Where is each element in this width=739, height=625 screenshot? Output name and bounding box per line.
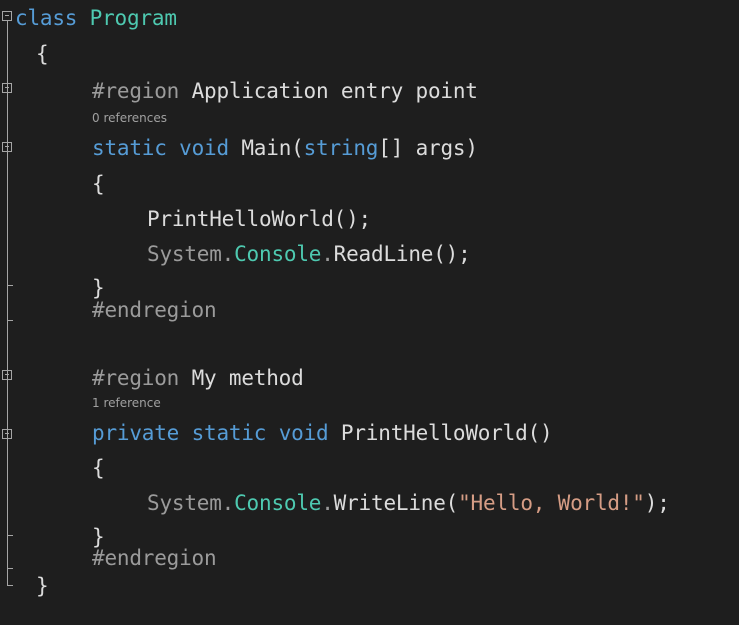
- class-declaration: class Program: [15, 0, 177, 36]
- static-keyword: static: [92, 136, 167, 160]
- readline-statement: System.Console.ReadLine();: [147, 236, 471, 272]
- code-line-readline[interactable]: System.Console.ReadLine();: [0, 236, 739, 272]
- class-keyword: class: [15, 6, 78, 30]
- region-method: #region My method: [92, 360, 304, 396]
- region-keyword: #region: [92, 366, 180, 390]
- member-dot: .: [321, 491, 334, 515]
- code-line-region-method[interactable]: #region My method: [0, 360, 739, 396]
- code-line-region-entry[interactable]: #region Application entry point: [0, 73, 739, 109]
- main-signature: static void Main(string[] args): [92, 130, 478, 166]
- void-keyword: void: [278, 421, 329, 445]
- codelens-printhelloworld[interactable]: 1 reference: [0, 393, 739, 413]
- code-line-printhelloworld-open-brace[interactable]: {: [0, 450, 739, 486]
- codelens-main-references[interactable]: 0 references: [92, 108, 167, 128]
- code-line-main-open-brace[interactable]: {: [0, 166, 739, 202]
- codelens-main[interactable]: 0 references: [0, 108, 739, 128]
- class-name: Program: [89, 6, 177, 30]
- system-namespace: System.: [147, 491, 235, 515]
- region-name: My method: [191, 366, 304, 390]
- code-line-printhelloworld-signature[interactable]: private static void PrintHelloWorld(): [0, 415, 739, 451]
- region-name: Application entry point: [191, 79, 478, 103]
- code-line-endregion-entry[interactable]: #endregion: [0, 292, 739, 328]
- console-class: Console: [234, 242, 322, 266]
- console-class: Console: [234, 491, 322, 515]
- code-line-main-signature[interactable]: static void Main(string[] args): [0, 130, 739, 166]
- main-params: [] args): [378, 136, 478, 160]
- printhelloworld-signature: private static void PrintHelloWorld(): [92, 415, 553, 451]
- class-open-brace: {: [36, 42, 49, 66]
- hello-world-string: "Hello, World!": [458, 491, 645, 515]
- writeline-call: WriteLine(: [333, 491, 459, 515]
- printhelloworld-open-brace: {: [92, 456, 105, 480]
- system-namespace: System.: [147, 242, 235, 266]
- static-keyword: static: [191, 421, 267, 445]
- call-printhelloworld: PrintHelloWorld();: [147, 207, 371, 231]
- readline-call: ReadLine();: [333, 242, 471, 266]
- endregion-entry: #endregion: [92, 298, 217, 322]
- code-line-class-open-brace[interactable]: {: [0, 36, 739, 72]
- member-dot: .: [321, 242, 334, 266]
- code-editor[interactable]: class Program { #region Application entr…: [0, 0, 739, 604]
- code-line-class-close-brace[interactable]: }: [0, 568, 739, 604]
- region-entry: #region Application entry point: [92, 73, 478, 109]
- codelens-printhelloworld-references[interactable]: 1 reference: [92, 393, 161, 413]
- class-close-brace: }: [36, 574, 49, 598]
- writeline-statement: System.Console.WriteLine("Hello, World!"…: [147, 485, 670, 521]
- void-keyword: void: [179, 136, 229, 160]
- code-line-call-printhelloworld[interactable]: PrintHelloWorld();: [0, 201, 739, 237]
- code-line-class-declaration[interactable]: class Program: [0, 0, 739, 36]
- printhelloworld-method-name: PrintHelloWorld(): [340, 421, 553, 445]
- writeline-end: );: [644, 491, 670, 515]
- code-line-writeline[interactable]: System.Console.WriteLine("Hello, World!"…: [0, 485, 739, 521]
- region-keyword: #region: [92, 79, 180, 103]
- string-type: string: [303, 136, 379, 160]
- main-method-name: Main(: [241, 136, 304, 160]
- private-keyword: private: [92, 421, 180, 445]
- main-open-brace: {: [92, 172, 105, 196]
